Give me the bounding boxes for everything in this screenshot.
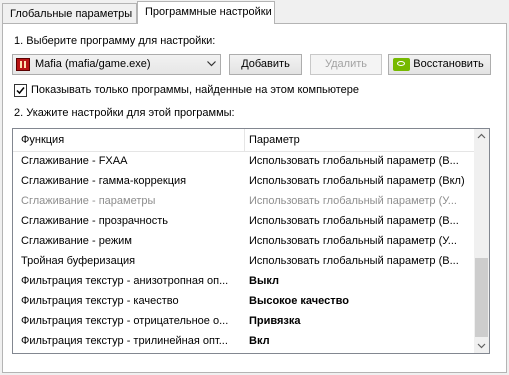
row-feature: Сглаживание - режим xyxy=(21,235,132,247)
arrow-down-icon[interactable] xyxy=(474,338,489,353)
tab-bar: Глобальные параметры Программные настрой… xyxy=(0,0,509,24)
restore-button-label: Восстановить xyxy=(413,58,484,70)
row-setting: Использовать глобальный параметр (В... xyxy=(249,155,459,167)
table-row[interactable]: Сглаживание - параметры Использовать глоб… xyxy=(13,192,474,212)
row-setting: Использовать глобальный параметр (У... xyxy=(249,195,457,207)
step1-label-text: 1. Выберите программу для настройки: xyxy=(14,35,216,47)
add-button[interactable]: Добавить xyxy=(229,54,302,75)
chevron-down-icon xyxy=(207,61,216,67)
vertical-scrollbar[interactable] xyxy=(474,129,489,353)
row-setting: Использовать глобальный параметр (У... xyxy=(249,235,457,247)
checkmark-icon xyxy=(16,87,25,95)
row-feature: Тройная буферизация xyxy=(21,255,136,267)
table-row[interactable]: Сглаживание - режим Использовать глобальн… xyxy=(13,232,474,252)
row-setting: Вкл xyxy=(249,335,270,347)
table-row[interactable]: Фильтрация текстур - трилинейная опт... В… xyxy=(13,332,474,352)
row-setting: Использовать глобальный параметр (В... xyxy=(249,255,459,267)
row-feature: Фильтрация текстур - качество xyxy=(21,295,179,307)
step2-label: 2. Укажите настройки для этой программы: xyxy=(14,107,235,119)
table-row[interactable]: Фильтрация текстур - отрицательное о... П… xyxy=(13,312,474,332)
row-feature: Фильтрация текстур - отрицательное о... xyxy=(21,315,229,327)
nvidia-logo-icon xyxy=(393,58,410,71)
mafia-game-icon xyxy=(16,58,30,71)
table-row[interactable]: Сглаживание - прозрачность Использовать г… xyxy=(13,212,474,232)
table-row[interactable]: Сглаживание - гамма-коррекция Использоват… xyxy=(13,172,474,192)
row-feature: Сглаживание - параметры xyxy=(21,195,156,207)
table-row[interactable]: Сглаживание - FXAA Использовать глобальны… xyxy=(13,152,474,172)
table-row[interactable]: Фильтрация текстур - анизотропная оп... В… xyxy=(13,272,474,292)
program-select-value: Mafia (mafia/game.exe) xyxy=(35,58,151,70)
row-setting: Выкл xyxy=(249,275,279,287)
row-setting: Использовать глобальный параметр (Вкл) xyxy=(249,175,465,187)
show-only-label[interactable]: Показывать только программы, найденные н… xyxy=(31,84,359,96)
remove-button[interactable]: Удалить xyxy=(310,54,382,75)
table-row[interactable]: Тройная буферизация Использовать глобальн… xyxy=(13,252,474,272)
settings-table: Функция Параметр Сглаживание - FXAA Испол… xyxy=(12,128,490,354)
row-feature: Сглаживание - FXAA xyxy=(21,155,128,167)
restore-button[interactable]: Восстановить xyxy=(388,54,491,75)
tab-global-settings[interactable]: Глобальные параметры xyxy=(2,3,137,23)
header-divider[interactable] xyxy=(244,129,245,151)
arrow-up-icon[interactable] xyxy=(474,129,489,144)
table-row[interactable]: Фильтрация текстур - качество Высокое кач… xyxy=(13,292,474,312)
row-feature: Фильтрация текстур - трилинейная опт... xyxy=(21,335,228,347)
table-header: Функция Параметр xyxy=(13,129,474,152)
row-feature: Фильтрация текстур - анизотропная оп... xyxy=(21,275,229,287)
scrollbar-thumb[interactable] xyxy=(475,258,488,337)
row-feature: Сглаживание - гамма-коррекция xyxy=(21,175,187,187)
row-feature: Сглаживание - прозрачность xyxy=(21,215,169,227)
row-setting: Высокое качество xyxy=(249,295,349,307)
tab-program-settings[interactable]: Программные настройки xyxy=(137,1,275,24)
show-only-checkbox[interactable] xyxy=(14,84,27,97)
header-feature[interactable]: Функция xyxy=(21,134,64,146)
header-setting[interactable]: Параметр xyxy=(249,134,300,146)
row-setting: Использовать глобальный параметр (В... xyxy=(249,215,459,227)
row-setting: Привязка xyxy=(249,315,301,327)
program-select[interactable]: Mafia (mafia/game.exe) xyxy=(12,54,221,75)
